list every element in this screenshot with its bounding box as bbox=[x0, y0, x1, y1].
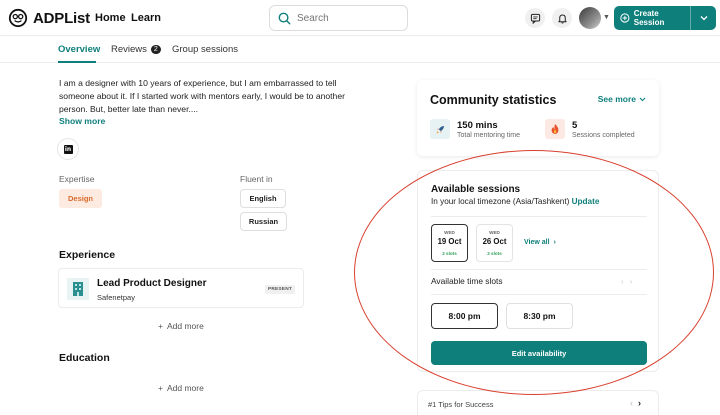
chevron-right-icon[interactable]: › bbox=[638, 398, 646, 408]
language-chip-russian: Russian bbox=[240, 212, 287, 231]
view-all-label: View all bbox=[524, 239, 550, 246]
divider bbox=[431, 294, 647, 295]
chevron-right-icon[interactable]: › bbox=[630, 277, 639, 286]
sessions-completed-value: 5 bbox=[572, 120, 578, 131]
plus-icon: + bbox=[158, 383, 163, 393]
community-statistics-card: Community statistics See more 150 mins T… bbox=[417, 80, 659, 156]
rocket-icon bbox=[430, 119, 450, 139]
tips-card[interactable]: #1 Tips for Success ‹› bbox=[417, 390, 659, 415]
sessions-completed-label: Sessions completed bbox=[572, 132, 635, 139]
active-tab-indicator bbox=[58, 61, 96, 63]
logo-text: ADPList bbox=[33, 9, 90, 27]
time-slot-arrows: ‹› bbox=[621, 277, 638, 286]
create-session-dropdown[interactable] bbox=[691, 6, 716, 30]
tab-reviews[interactable]: Reviews 2 bbox=[111, 44, 161, 55]
time-slot-selected[interactable]: 8:00 pm bbox=[431, 303, 498, 329]
avatar[interactable] bbox=[579, 7, 601, 29]
tab-group-sessions[interactable]: Group sessions bbox=[172, 44, 238, 55]
time-slots-label: Available time slots bbox=[431, 276, 503, 286]
search-box[interactable] bbox=[269, 5, 408, 31]
date-slots: 2 slots bbox=[487, 251, 502, 256]
tab-group-sessions-label: Group sessions bbox=[172, 44, 239, 55]
date-value: 26 Oct bbox=[482, 237, 507, 246]
timezone-text: In your local timezone (Asia/Tashkent) U… bbox=[431, 197, 599, 206]
add-education-label: Add more bbox=[166, 383, 204, 393]
show-more-link[interactable]: Show more bbox=[59, 116, 105, 126]
see-more-label: See more bbox=[597, 94, 636, 104]
timezone-label: In your local timezone (Asia/Tashkent) bbox=[431, 197, 570, 206]
chat-icon bbox=[530, 13, 540, 24]
chevron-down-icon bbox=[639, 97, 646, 101]
tab-overview[interactable]: Overview bbox=[58, 44, 100, 55]
chevron-right-icon: › bbox=[551, 239, 556, 246]
tips-text: #1 Tips for Success bbox=[428, 400, 494, 409]
adplist-logo-icon bbox=[8, 8, 28, 28]
languages-label: Fluent in bbox=[240, 174, 273, 184]
reviews-count-badge: 2 bbox=[150, 45, 161, 54]
chevron-left-icon[interactable]: ‹ bbox=[630, 398, 638, 408]
linkedin-icon: in bbox=[63, 144, 73, 154]
experience-company: Safenetpay bbox=[97, 293, 135, 302]
messages-button[interactable] bbox=[525, 8, 545, 28]
top-bar: ADPList Home Learn ▼ bbox=[0, 0, 720, 36]
chevron-left-icon[interactable]: ‹ bbox=[621, 277, 630, 286]
add-experience-label: Add more bbox=[166, 321, 204, 331]
profile-tabs: Overview Reviews 2 Group sessions bbox=[0, 37, 720, 63]
tab-reviews-label: Reviews bbox=[111, 44, 147, 55]
experience-title: Experience bbox=[59, 249, 116, 261]
create-session-main[interactable]: Create Session bbox=[614, 6, 690, 30]
bell-icon bbox=[557, 14, 567, 24]
create-session-label: Create Session bbox=[633, 9, 665, 27]
divider bbox=[431, 216, 647, 217]
date-card[interactable]: WED 26 Oct 2 slots bbox=[476, 224, 513, 262]
mentoring-time-value: 150 mins bbox=[457, 120, 498, 131]
date-value: 19 Oct bbox=[437, 237, 462, 246]
available-sessions-card: Available sessions In your local timezon… bbox=[417, 170, 659, 372]
nav-home[interactable]: Home bbox=[95, 12, 126, 24]
language-chip-english: English bbox=[240, 189, 286, 208]
available-sessions-title: Available sessions bbox=[431, 184, 521, 195]
bio-text: I am a designer with 10 years of experie… bbox=[59, 78, 345, 114]
education-title: Education bbox=[59, 352, 110, 364]
divider bbox=[431, 269, 647, 270]
date-slots: 2 slots bbox=[442, 251, 457, 256]
update-timezone-link[interactable]: Update bbox=[572, 197, 600, 206]
tips-navigation: ‹› bbox=[630, 398, 646, 408]
plus-circle-icon bbox=[620, 13, 630, 23]
linkedin-button[interactable]: in bbox=[57, 138, 79, 160]
community-statistics-title: Community statistics bbox=[430, 93, 557, 107]
experience-card[interactable]: Lead Product Designer Safenetpay PRESENT bbox=[58, 268, 304, 308]
experience-role: Lead Product Designer bbox=[97, 278, 207, 289]
company-logo-icon bbox=[67, 278, 89, 300]
mentoring-time-label: Total mentoring time bbox=[457, 132, 521, 139]
add-experience-button[interactable]: + Add more bbox=[158, 321, 204, 331]
tab-overview-label: Overview bbox=[58, 44, 101, 55]
date-card-selected[interactable]: WED 19 Oct 2 slots bbox=[431, 224, 468, 262]
plus-icon: + bbox=[158, 321, 163, 331]
search-icon bbox=[278, 12, 291, 24]
chevron-down-icon[interactable]: ▼ bbox=[603, 14, 610, 21]
fire-icon bbox=[545, 119, 565, 139]
notifications-button[interactable] bbox=[552, 8, 572, 28]
view-all-link[interactable]: View all › bbox=[524, 239, 556, 246]
expertise-label: Expertise bbox=[59, 174, 95, 184]
expertise-chip[interactable]: Design bbox=[59, 189, 102, 208]
see-more-link[interactable]: See more bbox=[598, 94, 646, 104]
nav-learn[interactable]: Learn bbox=[131, 12, 161, 24]
search-input[interactable] bbox=[297, 12, 397, 24]
date-weekday: WED bbox=[489, 230, 500, 235]
time-slot[interactable]: 8:30 pm bbox=[506, 303, 573, 329]
present-badge: PRESENT bbox=[264, 285, 295, 294]
create-session-button[interactable]: Create Session bbox=[614, 6, 716, 30]
date-weekday: WED bbox=[444, 230, 455, 235]
logo[interactable]: ADPList bbox=[8, 8, 90, 28]
edit-availability-button[interactable]: Edit availability bbox=[431, 341, 647, 365]
chevron-down-icon bbox=[700, 16, 707, 21]
add-education-button[interactable]: + Add more bbox=[158, 383, 204, 393]
